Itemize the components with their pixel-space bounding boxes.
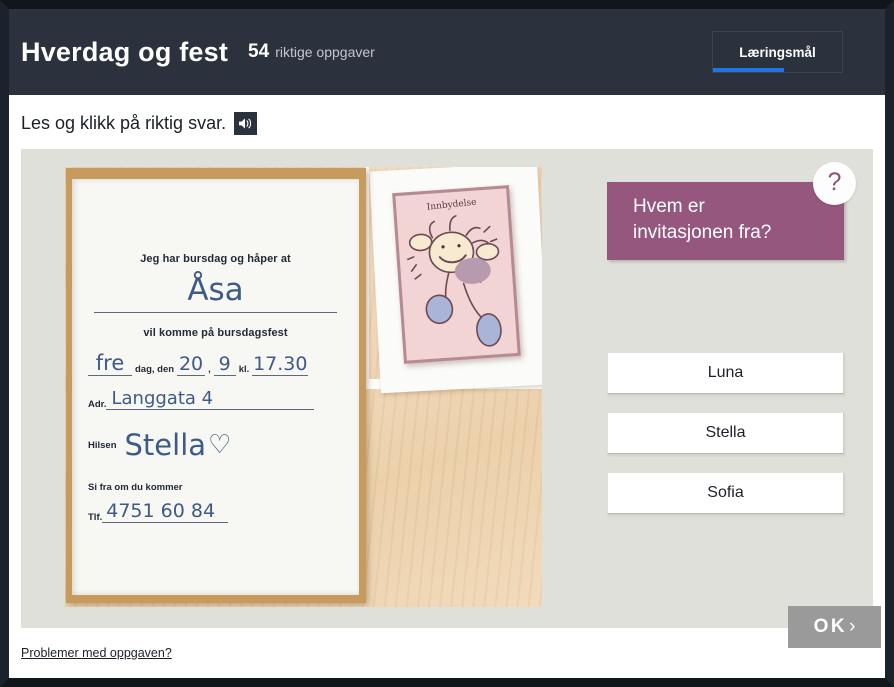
ok-button[interactable]: OK › <box>788 606 881 648</box>
invitation-address-row: Adr. Langgata 4 <box>88 388 359 410</box>
score-count: 54 <box>248 41 270 62</box>
invitation-phone-row: Tlf. 4751 60 84 <box>88 500 359 523</box>
invitation-phone-label: Tlf. <box>88 512 103 523</box>
speaker-icon[interactable] <box>234 111 258 135</box>
report-problem-link[interactable]: Problemer med oppgaven? <box>21 646 172 660</box>
answer-option-stella[interactable]: Stella <box>607 412 844 454</box>
learning-goals-label: Læringsmål <box>739 44 816 60</box>
invitation-date-month: 9 <box>213 353 236 376</box>
invitation-greeting-label: Hilsen <box>88 439 117 451</box>
invitation-day: fre <box>88 351 132 376</box>
learning-goals-progress-track <box>713 68 842 72</box>
answer-option-label: Sofia <box>707 484 744 501</box>
help-icon-glyph: ? <box>827 168 842 196</box>
invitation-rsvp-line: Si fra om du kommer <box>88 482 183 493</box>
cartoon-doodle-icon <box>407 215 502 347</box>
invitation-name-rule <box>94 312 337 313</box>
app-window: Hverdag og fest 54 riktige oppgaver Læri… <box>0 0 894 687</box>
invitation-recipient-name: Åsa <box>187 272 244 308</box>
instruction-text: Les og klikk på riktig svar. <box>21 112 227 133</box>
answer-option-luna[interactable]: Luna <box>607 352 844 394</box>
question-box: Hvem er invitasjonen fra? <box>607 182 844 260</box>
page-title: Hverdag og fest <box>21 36 229 67</box>
invitation-greeting-row: Hilsen Stella ♡ <box>88 428 359 462</box>
invitation-date-day: 20 <box>177 353 206 376</box>
app-header: Hverdag og fest 54 riktige oppgaver Læri… <box>9 9 885 95</box>
answer-option-sofia[interactable]: Sofia <box>607 472 844 514</box>
pink-invitation-card: Innbydelse <box>392 185 521 364</box>
ok-button-label: OK <box>813 616 848 637</box>
invitation-time: 17.30 <box>252 353 309 376</box>
learning-goals-button[interactable]: Læringsmål <box>712 31 843 73</box>
invitation-greeting-symbol: ♡ <box>208 430 232 460</box>
invitation-address: Langgata 4 <box>106 388 315 410</box>
question-text: Hvem er invitasjonen fra? <box>633 196 772 243</box>
score-summary: 54 riktige oppgaver <box>248 41 375 63</box>
answer-option-label: Luna <box>707 364 744 381</box>
footer: Problemer med oppgaven? <box>9 628 885 662</box>
invitation-line-1: Jeg har bursdag og håper at <box>140 253 291 265</box>
task-illustration: Innbydelse Jeg har bursdag og håper at Å… <box>65 167 542 607</box>
invitation-phone: 4751 60 84 <box>102 500 229 523</box>
invitation-time-label: kl. <box>238 364 250 375</box>
invitation-date-row: fre dag, den 20 , 9 kl. 17.30 <box>88 351 359 376</box>
invitation-day-label: dag, den <box>135 364 175 375</box>
help-icon[interactable]: ? <box>813 162 856 205</box>
learning-goals-progress-fill <box>713 68 784 72</box>
task-panel: Innbydelse Jeg har bursdag og håper at Å… <box>21 149 881 648</box>
invitation-card: Jeg har bursdag og håper at Åsa vil komm… <box>66 168 366 603</box>
invitation-line-2: vil komme på bursdagsfest <box>143 327 288 339</box>
instruction-row: Les og klikk på riktig svar. <box>9 95 885 149</box>
chevron-right-icon: › <box>849 616 856 637</box>
invitation-date-separator: , <box>208 364 211 375</box>
invitation-address-label: Adr. <box>88 399 107 410</box>
answer-option-label: Stella <box>705 424 746 441</box>
answer-options: Luna Stella Sofia <box>607 352 844 532</box>
invitation-greeting-name: Stella <box>124 428 207 462</box>
score-label: riktige oppgaver <box>275 44 375 60</box>
invitation-card-surface: Jeg har bursdag og håper at Åsa vil komm… <box>72 179 359 595</box>
